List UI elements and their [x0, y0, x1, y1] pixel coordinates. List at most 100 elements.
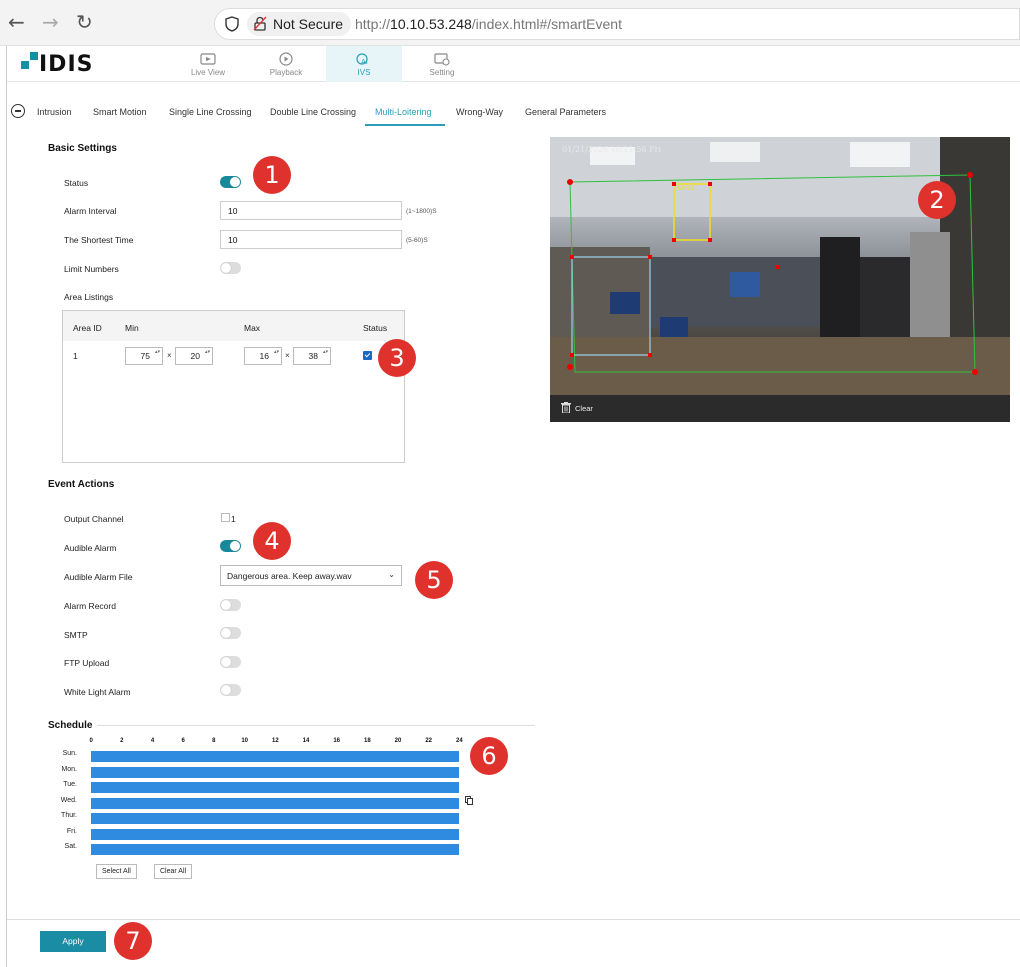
- subtab-multi-loitering[interactable]: Multi-Loitering: [375, 107, 432, 117]
- clear-region-button[interactable]: Clear: [575, 404, 593, 413]
- schedule-day-label: Wed.: [60, 796, 77, 804]
- subtab-double-line-crossing[interactable]: Double Line Crossing: [270, 107, 356, 117]
- subtab-single-line-crossing[interactable]: Single Line Crossing: [169, 107, 252, 117]
- min-height-stepper[interactable]: 20: [175, 347, 213, 365]
- max-width-stepper[interactable]: 16: [244, 347, 282, 365]
- unlocked-lock-icon: [253, 16, 267, 31]
- schedule-hour-label: 6: [181, 738, 185, 744]
- apply-button[interactable]: Apply: [40, 931, 106, 952]
- ftp-upload-toggle[interactable]: [220, 656, 241, 668]
- browser-toolbar: ← → ↻ Not Secure http://10.10.53.248/ind…: [0, 0, 1020, 46]
- camera-timestamp: 01/21/2026 10:11:56 Fri: [562, 145, 662, 154]
- alarm-interval-input[interactable]: 10: [220, 201, 402, 220]
- schedule-hour-label: 20: [394, 738, 402, 744]
- area-status-checkbox[interactable]: [363, 351, 372, 360]
- url-text[interactable]: http://10.10.53.248/index.html#/smartEve…: [355, 16, 622, 32]
- subtab-wrong-way[interactable]: Wrong-Way: [456, 107, 503, 117]
- not-secure-badge[interactable]: Not Secure: [247, 12, 352, 36]
- back-arrow-icon[interactable]: ←: [8, 10, 25, 34]
- col-status: Status: [363, 323, 388, 333]
- copy-icon[interactable]: [465, 796, 473, 805]
- schedule-hour-label: 14: [302, 738, 310, 744]
- schedule-day-bar[interactable]: [91, 797, 459, 809]
- alarm-record-label: Alarm Record: [64, 601, 116, 611]
- reload-icon[interactable]: ↻: [76, 10, 93, 34]
- shortest-time-hint: (5-60)S: [406, 237, 428, 244]
- back-circle-icon[interactable]: [11, 104, 25, 118]
- tab-live-view[interactable]: Live View: [170, 46, 246, 82]
- not-secure-label: Not Secure: [273, 16, 344, 32]
- preview-toolbar: Clear: [550, 395, 1010, 422]
- shield-icon[interactable]: [225, 16, 239, 32]
- status-toggle[interactable]: [220, 176, 241, 188]
- smtp-toggle[interactable]: [220, 627, 241, 639]
- subtab-general-parameters[interactable]: General Parameters: [525, 107, 606, 117]
- tab-playback[interactable]: Playback: [248, 46, 324, 82]
- schedule-day-bar[interactable]: [91, 813, 459, 824]
- alarm-interval-label: Alarm Interval: [64, 206, 117, 216]
- shortest-time-input[interactable]: 10: [220, 230, 402, 249]
- active-subtab-indicator: [365, 124, 445, 126]
- audible-alarm-toggle[interactable]: [220, 540, 241, 552]
- address-bar[interactable]: Not Secure http://10.10.53.248/index.htm…: [214, 8, 1020, 40]
- schedule-day-bar[interactable]: [91, 828, 459, 840]
- setting-icon: [434, 53, 450, 66]
- annotation-badge: 2: [918, 181, 956, 219]
- schedule-title: Schedule: [48, 720, 93, 731]
- tab-setting[interactable]: Setting: [404, 46, 480, 82]
- schedule-hour-label: 10: [241, 738, 249, 744]
- region-label: MIN-1: [678, 186, 695, 192]
- svg-text:AI: AI: [361, 58, 368, 66]
- url-path: /index.html#/smartEvent: [471, 16, 622, 32]
- area-listings-label: Area Listings: [64, 292, 114, 302]
- schedule-divider: [97, 725, 535, 726]
- select-all-button[interactable]: Select All: [96, 864, 137, 879]
- col-min: Min: [125, 323, 139, 333]
- camera-preview-image[interactable]: 01/21/2026 10:11:56 Fri MIN-1: [550, 137, 1010, 395]
- tab-ivs[interactable]: AI IVS: [326, 46, 402, 82]
- alarm-record-toggle[interactable]: [220, 599, 241, 611]
- status-label: Status: [64, 178, 89, 188]
- subtab-intrusion[interactable]: Intrusion: [37, 107, 72, 117]
- times-symbol: ×: [167, 351, 172, 360]
- max-height-stepper[interactable]: 38: [293, 347, 331, 365]
- schedule-day-label: Sun.: [62, 750, 77, 757]
- audible-alarm-file-label: Audible Alarm File: [64, 572, 133, 582]
- min-width-stepper[interactable]: 75: [125, 347, 163, 365]
- trash-icon[interactable]: [561, 402, 571, 413]
- web-app: IDIS Live View Playback AI IVS Setting I…: [6, 46, 1020, 967]
- annotation-badge: 5: [415, 561, 453, 599]
- limit-numbers-label: Limit Numbers: [64, 264, 119, 274]
- forward-arrow-icon[interactable]: →: [42, 10, 59, 34]
- url-host: 10.10.53.248: [390, 16, 472, 32]
- schedule-day-bar[interactable]: [91, 844, 459, 855]
- schedule-hour-label: 22: [425, 738, 433, 744]
- schedule-hour-label: 0: [89, 738, 93, 744]
- white-light-alarm-toggle[interactable]: [220, 684, 241, 696]
- schedule-day-bar[interactable]: [91, 782, 459, 793]
- idis-logo-mark: [21, 52, 38, 69]
- app-header: IDIS Live View Playback AI IVS Setting: [7, 46, 1020, 82]
- schedule-hour-label: 16: [333, 738, 341, 744]
- annotation-badge: 7: [114, 922, 152, 960]
- annotation-badge: 6: [470, 737, 508, 775]
- tab-setting-label: Setting: [429, 68, 455, 77]
- subtab-smart-motion[interactable]: Smart Motion: [93, 107, 147, 117]
- footer-divider: [7, 919, 1020, 920]
- camera-preview-panel: 01/21/2026 10:11:56 Fri MIN-1 Clear: [550, 137, 1010, 422]
- schedule-day-bar[interactable]: [91, 751, 459, 762]
- schedule-hour-label: 12: [272, 738, 279, 744]
- area-table-header: Area ID Min Max Status: [63, 311, 404, 341]
- schedule-day-bar[interactable]: [91, 766, 459, 778]
- limit-numbers-toggle[interactable]: [220, 262, 241, 274]
- url-scheme: http://: [355, 16, 391, 32]
- output-channel-label: Output Channel: [64, 514, 124, 524]
- audible-alarm-file-select[interactable]: Dangerous area. Keep away.wav ⌄: [220, 565, 402, 586]
- schedule-day-label: Tue.: [63, 781, 77, 788]
- schedule-hour-label: 2: [120, 738, 124, 744]
- tab-playback-label: Playback: [269, 68, 303, 77]
- col-area-id: Area ID: [73, 323, 102, 333]
- clear-all-button[interactable]: Clear All: [154, 864, 193, 879]
- audible-alarm-label: Audible Alarm: [64, 543, 117, 553]
- output-channel-checkbox[interactable]: [221, 513, 230, 522]
